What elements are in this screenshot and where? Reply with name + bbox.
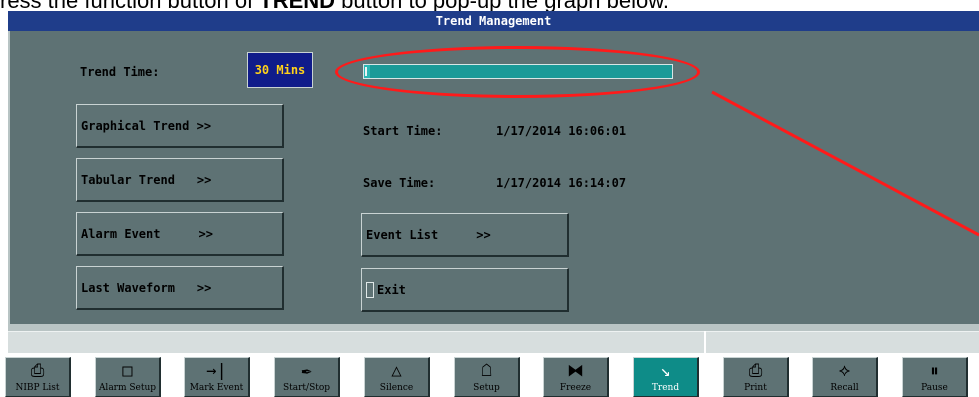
last-waveform-arrow: >> (196, 280, 212, 295)
save-time-value: 1/17/2014 16:14:07 (496, 176, 627, 190)
event-list-button[interactable]: Event List >> (361, 213, 569, 257)
print-key[interactable]: ⎙ Print (723, 357, 789, 397)
save-time-label: Save Time: (363, 176, 436, 190)
alarm-event-arrow: >> (198, 226, 213, 241)
trend-key[interactable]: ↘ Trend (633, 357, 699, 397)
silence-key[interactable]: △ Silence (364, 357, 430, 397)
function-key-label: Setup (473, 383, 500, 393)
tabular-trend-arrow: >> (196, 172, 212, 187)
trend-time-label: Trend Time: (80, 65, 160, 79)
function-key-label: Freeze (559, 383, 592, 393)
graphical-trend-button[interactable]: Graphical Trend >> (76, 104, 284, 148)
tabular-trend-label: Tabular Trend (81, 172, 175, 187)
start-stop-icon: ✒ (301, 361, 312, 381)
print-icon: ⎙ (748, 361, 763, 381)
recall-icon: ⟡ (838, 361, 851, 381)
freeze-key[interactable]: ⧓ Freeze (543, 357, 609, 397)
trend-icon: ↘ (660, 361, 671, 381)
event-list-label: Event List (366, 227, 439, 242)
mark-event-key[interactable]: →| Mark Event (184, 357, 250, 397)
function-key-label: Silence (379, 383, 414, 393)
setup-icon: ☖ (481, 361, 492, 381)
function-key-label: Trend (651, 383, 680, 393)
exit-button[interactable]: Exit (361, 268, 569, 312)
function-key-label: Start/Stop (282, 383, 331, 393)
mark-event-icon: →| (206, 361, 227, 381)
function-key-label: Print (744, 383, 767, 393)
pause-key[interactable]: ⏸ Pause (902, 357, 968, 397)
start-time-label: Start Time: (363, 124, 443, 138)
last-waveform-label: Last Waveform (81, 280, 175, 295)
nibp-list-icon: ⎙ (30, 361, 45, 381)
setup-key[interactable]: ☖ Setup (454, 357, 520, 397)
tabular-trend-button[interactable]: Tabular Trend >> (76, 158, 284, 202)
function-key-label: NIBP List (15, 383, 60, 393)
alarm-event-label: Alarm Event (81, 226, 161, 241)
alarm-setup-icon: □ (122, 361, 133, 381)
status-strip (8, 324, 979, 331)
function-key-label: Mark Event (189, 383, 244, 393)
function-key-label: Alarm Setup (98, 383, 157, 393)
window-title: Trend Management (8, 11, 979, 31)
function-key-label: Pause (921, 383, 948, 393)
focus-cursor-icon (366, 281, 374, 298)
message-bar (8, 331, 979, 354)
last-waveform-button[interactable]: Last Waveform >> (76, 266, 284, 310)
exit-label: Exit (377, 282, 406, 297)
recall-key[interactable]: ⟡ Recall (812, 357, 878, 397)
freeze-icon: ⧓ (567, 361, 584, 381)
pause-icon: ⏸ (930, 361, 939, 381)
alarm-event-button[interactable]: Alarm Event >> (76, 212, 284, 256)
nibp-list-key[interactable]: ⎙ NIBP List (5, 357, 71, 397)
event-list-arrow: >> (476, 227, 491, 242)
annotation-ellipse (335, 46, 700, 98)
trend-time-select[interactable]: 30 Mins (247, 52, 313, 88)
graphical-trend-label: Graphical Trend >> (81, 118, 212, 133)
silence-icon: △ (391, 361, 402, 381)
function-key-label: Recall (830, 383, 859, 393)
alarm-setup-key[interactable]: □ Alarm Setup (95, 357, 161, 397)
start-stop-key[interactable]: ✒ Start/Stop (274, 357, 340, 397)
start-time-value: 1/17/2014 16:06:01 (496, 124, 627, 138)
message-bar-divider (704, 331, 706, 353)
